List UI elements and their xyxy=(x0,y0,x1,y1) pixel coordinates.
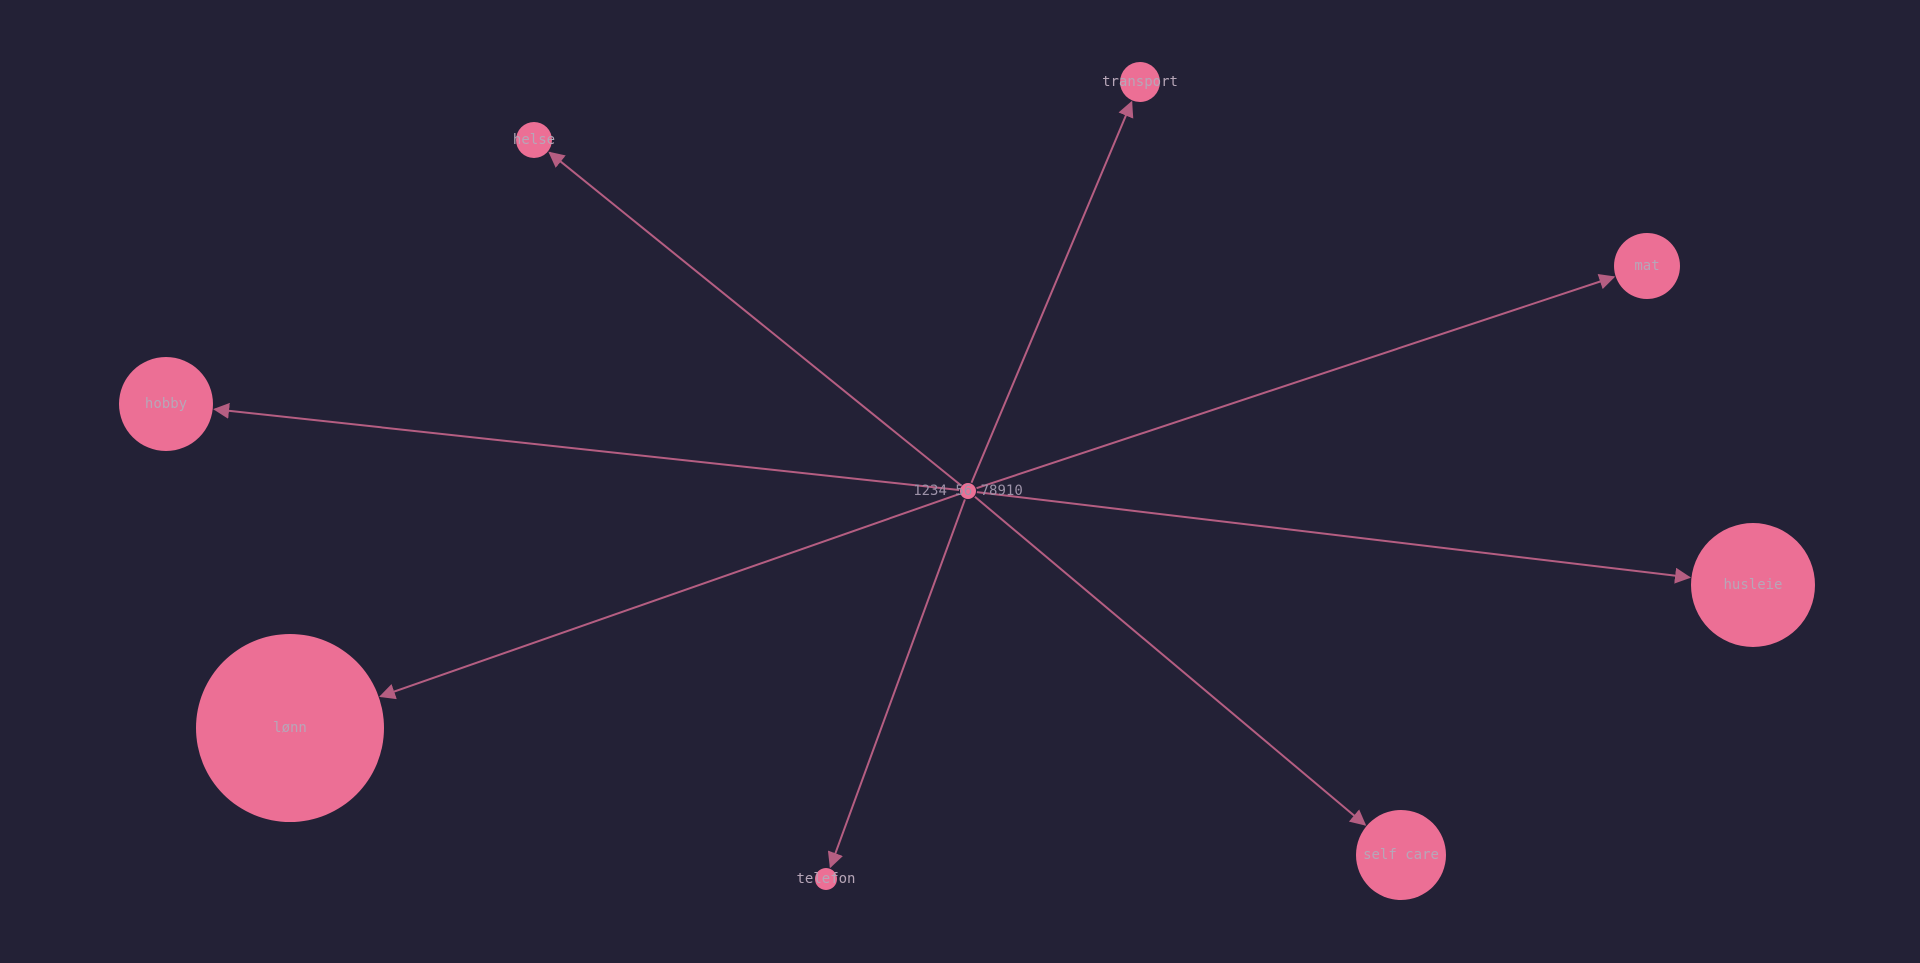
node-husleie[interactable]: husleie xyxy=(1691,523,1815,647)
edge-hobby xyxy=(213,402,960,492)
edge-lonn xyxy=(379,493,960,700)
graph-canvas[interactable]: transport helse mat hobby husleie lønn telefon… xyxy=(0,0,1920,963)
node-telefon-circle[interactable] xyxy=(815,868,837,890)
node-hobby[interactable]: hobby xyxy=(119,357,213,451)
node-transport[interactable]: transport xyxy=(1102,62,1178,102)
center-node-circle[interactable] xyxy=(960,483,976,499)
node-helse-circle[interactable] xyxy=(516,122,552,158)
edge-mat xyxy=(976,273,1616,490)
node-lonn[interactable]: lønn xyxy=(196,634,384,822)
node-self-care-circle[interactable] xyxy=(1356,810,1446,900)
edge-husleie xyxy=(976,491,1692,584)
node-hobby-circle[interactable] xyxy=(119,357,213,451)
edge-transport xyxy=(970,100,1134,484)
node-transport-circle[interactable] xyxy=(1120,62,1160,102)
node-mat[interactable]: mat xyxy=(1614,233,1680,299)
node-self-care[interactable]: self care xyxy=(1356,810,1446,900)
nodes-layer: transport helse mat hobby husleie lønn telefon… xyxy=(119,62,1815,900)
edge-self-care xyxy=(974,496,1367,826)
edge-helse xyxy=(548,151,962,487)
node-lonn-circle[interactable] xyxy=(196,634,384,822)
node-husleie-circle[interactable] xyxy=(1691,523,1815,647)
node-helse[interactable]: helse xyxy=(513,122,555,158)
edges-layer xyxy=(213,100,1692,869)
edge-telefon xyxy=(827,499,966,869)
node-telefon[interactable]: telefon xyxy=(796,868,856,890)
center-node[interactable]: 1234 56 78910 xyxy=(913,483,1023,499)
node-mat-circle[interactable] xyxy=(1614,233,1680,299)
